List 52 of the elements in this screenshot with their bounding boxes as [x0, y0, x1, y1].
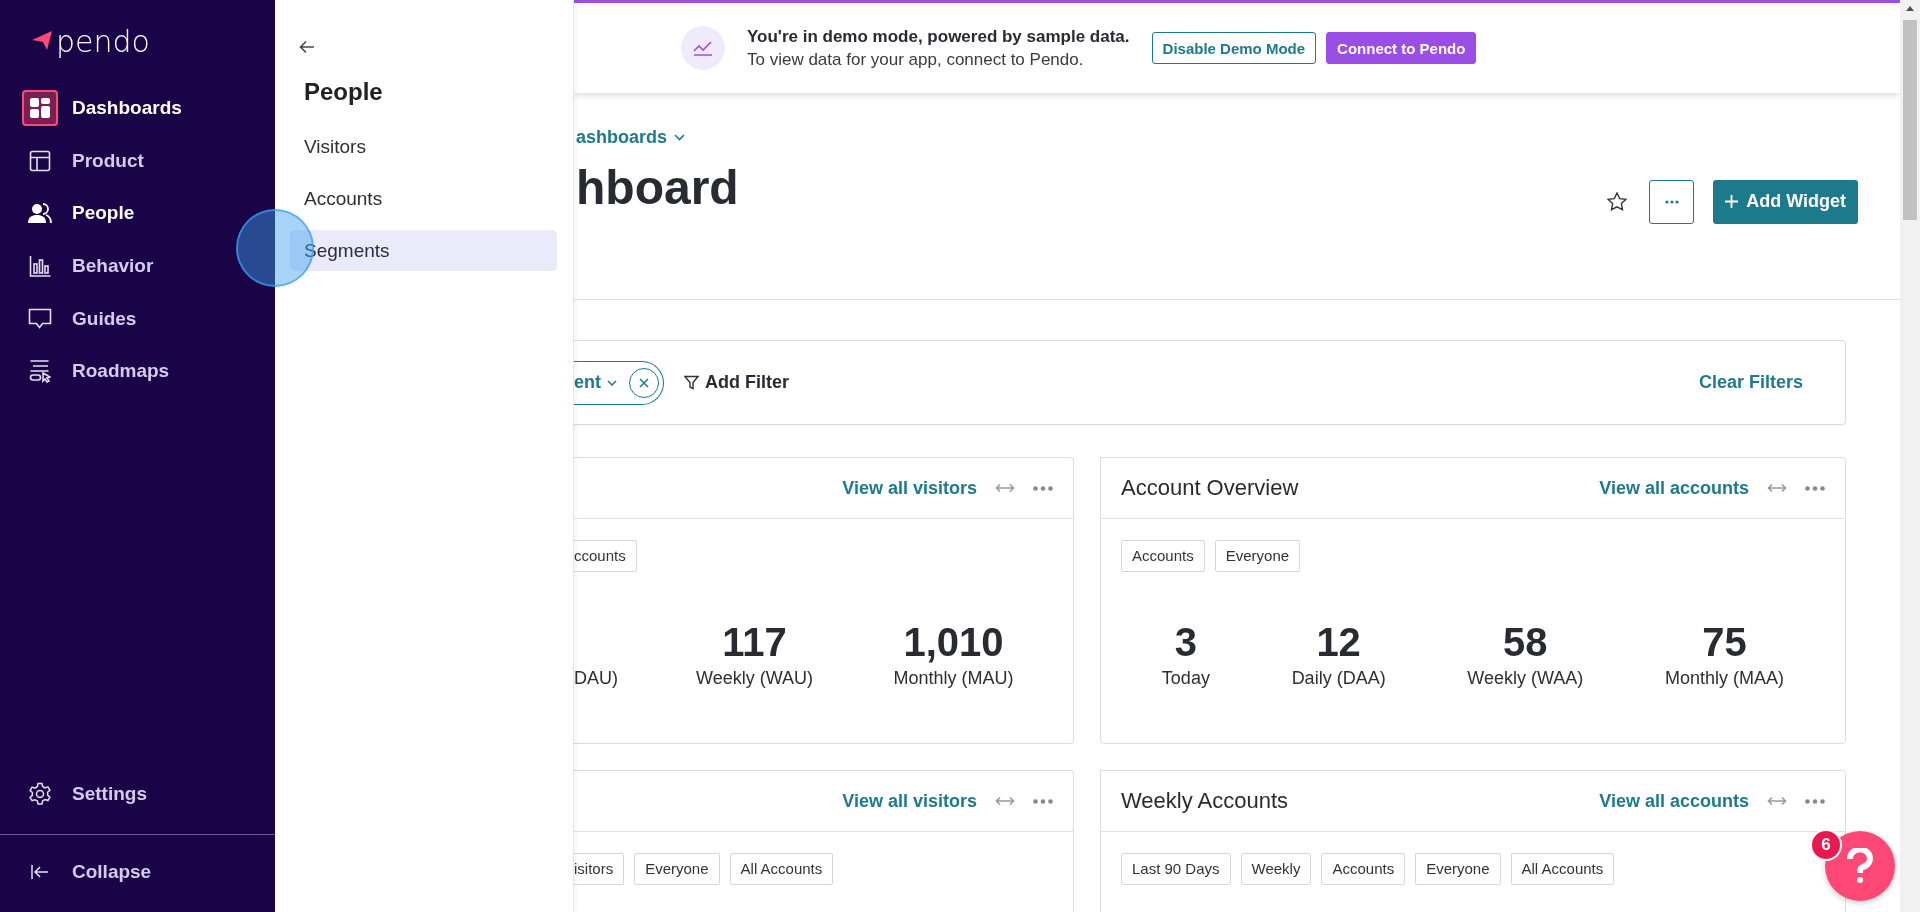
filter-tag: ccounts — [574, 540, 637, 572]
add-filter-button[interactable]: Add Filter — [678, 371, 795, 394]
settings-item[interactable]: Settings — [0, 767, 275, 821]
panel-menu-item[interactable]: Accounts — [290, 178, 557, 219]
view-all-link[interactable]: View all visitors — [842, 477, 977, 499]
nav-item[interactable]: Dashboards — [0, 82, 275, 135]
filter-tag: Everyone — [634, 853, 720, 885]
view-all-link[interactable]: View all accounts — [1599, 790, 1749, 812]
view-all-link[interactable]: View all accounts — [1599, 477, 1749, 499]
collapse-item[interactable]: Collapse — [0, 845, 275, 898]
clear-filters-link[interactable]: Clear Filters — [1692, 371, 1809, 394]
page-title: hboard — [576, 160, 740, 215]
filter-tag: All Accounts — [1510, 853, 1615, 885]
connect-button[interactable]: Connect to Pendo — [1326, 32, 1477, 64]
stat-value: 117 — [721, 620, 788, 666]
stat-value: 3 — [1173, 620, 1198, 666]
filter-tag: Everyone — [1214, 540, 1301, 572]
nav-item[interactable]: Behavior — [0, 239, 275, 293]
filter-tag: Last 90 Days — [1121, 853, 1231, 885]
banner-headline: You're in demo mode, powered by sample data. — [747, 26, 1130, 47]
stat-label: Monthly (MAA) — [1665, 668, 1785, 689]
stat-label: Weekly (WAA) — [1467, 668, 1584, 689]
filter-tag: Accounts — [1121, 540, 1205, 572]
widget-title: Account Overview — [1121, 475, 1299, 501]
notification-badge: 6 — [1810, 829, 1842, 861]
stat-label: Weekly (WAU) — [695, 668, 814, 689]
filter-tag: All Accounts — [729, 853, 834, 885]
view-all-link[interactable]: View all visitors — [842, 790, 977, 812]
add-widget-button[interactable]: Add Widget — [1713, 179, 1858, 224]
nav-item[interactable]: Guides — [0, 292, 275, 345]
stat-value: 58 — [1502, 620, 1549, 666]
banner-text: To view data for your app, connect to Pendo. — [747, 49, 1085, 70]
breadcrumb-link[interactable]: ashboards — [576, 127, 686, 148]
nav-item[interactable]: Product — [0, 134, 275, 188]
stat-value: 12 — [1315, 620, 1362, 666]
stat-label: Monthly (MAU) — [892, 668, 1015, 689]
filter-tag: Weekly — [1240, 853, 1312, 885]
stat-label: Daily (DAA) — [1291, 668, 1386, 689]
nav-item[interactable]: People — [0, 187, 275, 240]
filter-tag: Accounts — [1321, 853, 1406, 885]
widget-title: Weekly Accounts — [1121, 788, 1289, 814]
filter-tag: Everyone — [1415, 853, 1501, 885]
logo-text: pendo — [56, 27, 150, 57]
stat-label: DAU) — [574, 668, 619, 689]
stat-value: 75 — [1701, 620, 1748, 666]
stat-label: Today — [1161, 668, 1210, 689]
stat-value: 1,010 — [902, 620, 1005, 666]
disable-button[interactable]: Disable Demo Mode — [1151, 32, 1317, 64]
panel-title: People — [304, 78, 384, 106]
filter-tag: isitors — [574, 853, 625, 885]
nav-item[interactable]: Roadmaps — [0, 344, 275, 398]
panel-menu-item[interactable]: Visitors — [290, 126, 557, 167]
